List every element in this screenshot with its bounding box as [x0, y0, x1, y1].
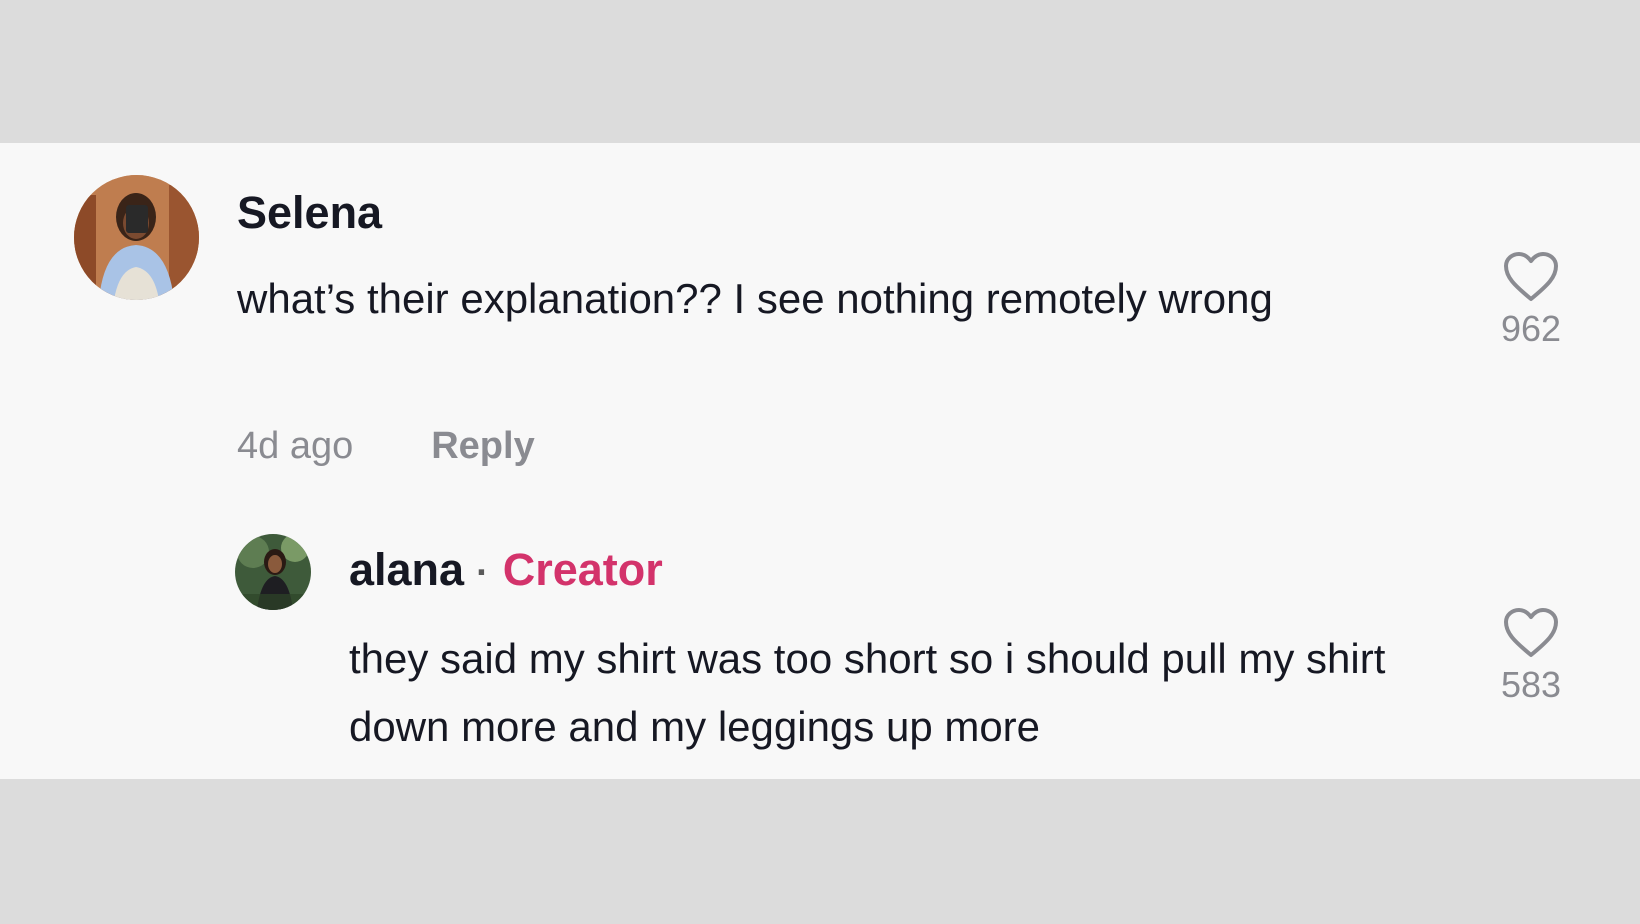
like-button[interactable]: 962 [1486, 251, 1576, 347]
avatar-alana[interactable] [235, 534, 311, 610]
creator-badge: Creator [502, 544, 663, 595]
timestamp: 4d ago [237, 425, 354, 467]
reply-button[interactable]: Reply [431, 425, 534, 467]
reply-header: alana · Creator [349, 547, 663, 592]
like-count: 583 [1500, 664, 1562, 705]
heart-outline-icon[interactable] [1502, 607, 1560, 659]
avatar-selena[interactable] [74, 175, 199, 300]
username[interactable]: alana [349, 544, 464, 595]
reply-text: they said my shirt was too short so i sh… [349, 635, 1386, 750]
comment-meta: 4d ago Reply [237, 427, 535, 465]
separator-dot: · [476, 552, 489, 594]
heart-outline-icon[interactable] [1502, 251, 1560, 303]
username[interactable]: Selena [237, 190, 382, 235]
comment-panel: Selena what’s their explanation?? I see … [0, 143, 1640, 779]
like-count: 962 [1500, 308, 1562, 349]
like-button[interactable]: 583 [1486, 607, 1576, 703]
comment-text: what’s their explanation?? I see nothing… [237, 275, 1273, 322]
